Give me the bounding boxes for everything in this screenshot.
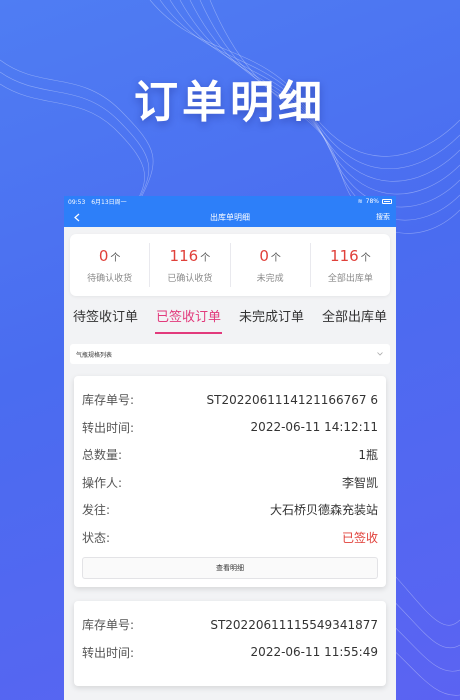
order-row: 状态: 已签收	[82, 524, 378, 552]
row-key: 库存单号:	[82, 393, 135, 408]
order-row: 库存单号: ST2022061114121166767 6	[82, 386, 378, 414]
wifi-icon: ≋	[357, 198, 363, 205]
cylinder-spec-select[interactable]: 气瓶规格列表	[70, 344, 390, 364]
promo-title: 订单明细	[134, 77, 326, 128]
row-value: 大石桥贝德森充装站	[269, 503, 378, 518]
back-arrow-icon[interactable]	[70, 210, 84, 224]
stat-all-outbound[interactable]: 116 个 全部出库单	[311, 243, 390, 287]
stats-panel: 0个 待确认收货 116 个 已确认收货 0个 未完成 116 个 全部出库单	[70, 234, 390, 296]
search-button[interactable]: 搜索	[376, 212, 390, 222]
stat-pending-confirm[interactable]: 0个 待确认收货	[70, 243, 151, 287]
stat-label: 全部出库单	[327, 274, 373, 284]
stat-label: 未完成	[256, 274, 284, 284]
stat-unit: 个	[360, 253, 371, 264]
nav-bar: 出库单明细 搜索	[64, 207, 396, 227]
order-row: 总数量: 1瓶	[82, 441, 378, 469]
row-key: 状态:	[82, 530, 111, 545]
order-row: 转出时间: 2022-06-11 11:55:49	[82, 639, 378, 667]
stat-unit: 个	[200, 253, 211, 264]
order-card: 库存单号: ST2022061114121166767 6 转出时间: 2022-0…	[74, 376, 386, 587]
stat-value: 0	[98, 247, 109, 265]
tab-all-outbound[interactable]: 全部出库单	[313, 304, 396, 334]
stat-incomplete[interactable]: 0个 未完成	[231, 243, 311, 287]
row-key: 库存单号:	[82, 618, 135, 633]
row-key: 发往:	[82, 503, 111, 518]
order-row: 发往: 大石桥贝德森充装站	[82, 496, 378, 524]
stat-confirmed[interactable]: 116 个 已确认收货	[150, 243, 231, 287]
battery-level: 78%	[365, 198, 379, 205]
row-key: 转出时间:	[82, 420, 135, 435]
order-row: 操作人: 李智凯	[82, 469, 378, 497]
view-details-button[interactable]: 查看明细	[82, 557, 378, 579]
order-card: 库存单号: ST20220611115549341877 转出时间: 2022-06…	[74, 601, 386, 686]
row-key: 总数量:	[82, 448, 123, 463]
status-bar: 09:53 6月13日周一 ≋ 78%	[64, 196, 396, 207]
row-value: ST20220611115549341877	[210, 617, 378, 632]
order-row: 库存单号: ST20220611115549341877	[82, 611, 378, 639]
stat-unit: 个	[110, 253, 121, 264]
battery-icon	[382, 199, 392, 204]
app-screen: 09:53 6月13日周一 ≋ 78% 出库单明细 搜索 0个 待确认收货 11…	[64, 196, 396, 700]
stat-unit: 个	[270, 253, 281, 264]
order-tabs: 待签收订单 已签收订单 未完成订单 全部出库单	[64, 304, 396, 334]
stat-value: 116	[330, 247, 359, 265]
stat-label: 已确认收货	[167, 274, 213, 284]
order-row: 转出时间: 2022-06-11 14:12:11	[82, 414, 378, 442]
row-value: 2022-06-11 11:55:49	[250, 645, 378, 660]
row-value: 2022-06-11 14:12:11	[250, 420, 378, 435]
page-title: 出库单明细	[210, 212, 250, 222]
stat-label: 待确认收货	[87, 274, 133, 284]
row-value: ST2022061114121166767 6	[206, 392, 378, 407]
tab-pending-sign[interactable]: 待签收订单	[64, 304, 147, 334]
row-value: 李智凯	[341, 475, 378, 490]
tab-incomplete[interactable]: 未完成订单	[230, 304, 313, 334]
row-key: 操作人:	[82, 475, 123, 490]
row-key: 转出时间:	[82, 645, 135, 660]
stat-value: 116	[169, 247, 199, 265]
status-date: 6月13日周一	[91, 199, 127, 206]
chevron-down-icon	[376, 350, 384, 358]
stat-value: 0	[259, 247, 269, 265]
select-value: 气瓶规格列表	[76, 351, 113, 359]
tab-signed[interactable]: 已签收订单	[147, 304, 230, 334]
status-value: 已签收	[341, 530, 378, 545]
status-time: 09:53	[68, 199, 86, 206]
row-value: 1瓶	[358, 448, 378, 463]
